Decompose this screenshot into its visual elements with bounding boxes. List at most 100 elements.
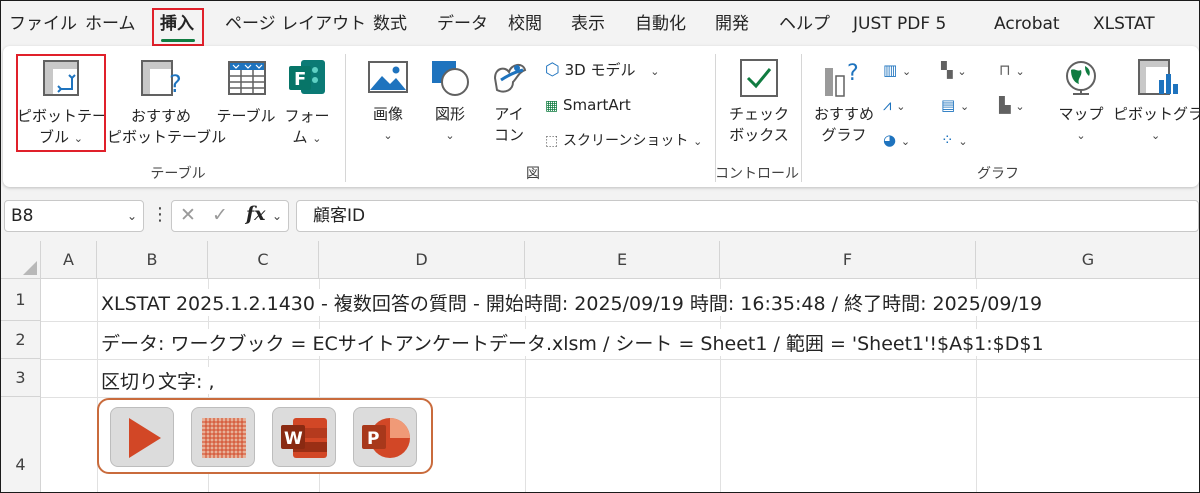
cube-icon: ⬡ — [545, 60, 560, 80]
image-button[interactable]: 画像 ⌄ — [359, 56, 417, 146]
forms-label-2: ム ⌄ — [292, 128, 322, 146]
cancel-icon[interactable]: ✕ — [180, 204, 196, 226]
column-header-f[interactable]: F — [720, 241, 976, 279]
picture-icon — [368, 61, 408, 93]
shapes-label: 図形 — [434, 105, 465, 123]
table-icon — [228, 61, 266, 95]
row-header-2[interactable]: 2 — [1, 321, 41, 359]
cell-b2[interactable]: データ: ワークブック = ECサイトアンケートデータ.xlsm / シート =… — [101, 329, 1044, 356]
tab-acrobat[interactable]: Acrobat — [994, 13, 1060, 35]
shapes-dropdown-icon: ⌄ — [445, 129, 455, 142]
svg-text:?: ? — [847, 61, 859, 86]
recommended-pivot-label-1: おすすめ — [130, 107, 191, 125]
column-chart-button[interactable]: ▥ ⌄ — [883, 60, 911, 82]
svg-text:F: F — [294, 69, 306, 90]
tab-file[interactable]: ファイル — [9, 13, 77, 35]
tab-automate[interactable]: 自動化 — [635, 13, 686, 35]
smartart-icon: ▦ — [545, 98, 559, 114]
statistic-chart-button[interactable]: ▙ ⌄ — [999, 95, 1025, 117]
column-header-c[interactable]: C — [208, 241, 319, 279]
checkbox-button[interactable]: チェック ボックス — [723, 56, 795, 146]
worksheet[interactable]: A B C D E F G 1 2 3 4 XLSTAT 2025.1.2.14… — [1, 241, 1199, 492]
column-header-a[interactable]: A — [41, 241, 97, 279]
row-header-1[interactable]: 1 — [1, 279, 41, 321]
ribbon-panel: ピボットテー ブル ⌄ ? おすすめ ピボットテーブル テーブル F フォー ム… — [3, 46, 1199, 187]
name-box[interactable]: B8 ⌄ — [4, 200, 144, 232]
select-all-corner[interactable] — [1, 241, 41, 279]
grid-icon — [202, 418, 246, 458]
group-label-table: テーブル — [150, 166, 206, 182]
smartart-button[interactable]: ▦ SmartArt — [545, 95, 631, 116]
svg-text:W: W — [284, 429, 303, 449]
cell-b3[interactable]: 区切り文字: , — [101, 367, 215, 394]
recommended-pivot-label-2: ピボットテーブル — [107, 128, 227, 146]
recommended-chart-button[interactable]: ? おすすめ グラフ — [809, 56, 879, 146]
pie-chart-icon: ◕ — [883, 131, 897, 149]
column-header-b[interactable]: B — [97, 241, 208, 279]
scatter-chart-button[interactable]: ⁘ ⌄ — [941, 130, 968, 152]
waterfall-chart-button[interactable]: ⊓ ⌄ — [999, 60, 1025, 82]
cell-b1[interactable]: XLSTAT 2025.1.2.1430 - 複数回答の質問 - 開始時間: 2… — [101, 289, 1043, 316]
export-powerpoint-button[interactable]: P — [353, 407, 417, 467]
tab-home[interactable]: ホーム — [85, 13, 136, 35]
chevron-down-icon[interactable]: ⌄ — [127, 201, 137, 231]
statistic-chart-icon: ▙ — [999, 96, 1011, 114]
table-label: テーブル — [216, 107, 276, 125]
pivot-chart-label: ピボットグラフ — [1113, 105, 1199, 123]
recommended-pivot-icon: ? — [141, 60, 182, 98]
run-button[interactable] — [110, 407, 174, 467]
map-label: マップ — [1058, 105, 1104, 123]
forms-button[interactable]: F フォー ム ⌄ — [279, 56, 335, 149]
checkbox-icon — [740, 59, 778, 97]
shapes-button[interactable]: 図形 ⌄ — [421, 56, 479, 146]
pie-chart-button[interactable]: ◕ ⌄ — [883, 130, 910, 152]
bar-chart-button[interactable]: ▤ ⌄ — [941, 95, 969, 117]
bar-chart-icon: ▤ — [941, 96, 956, 114]
forms-label-1: フォー — [284, 107, 330, 125]
tab-help[interactable]: ヘルプ — [779, 13, 830, 35]
insert-function-icon[interactable]: fx — [246, 203, 266, 225]
icons-button[interactable]: アイ コン — [481, 56, 537, 146]
hierarchy-chart-icon: ▚ — [941, 61, 953, 79]
formula-bar: B8 ⌄ ⋮ ✕ ✓ fx ⌄ 顧客ID — [1, 194, 1199, 238]
hierarchy-chart-button[interactable]: ▚ ⌄ — [941, 60, 967, 82]
group-label-chart: グラフ — [977, 166, 1019, 182]
svg-text:P: P — [367, 429, 379, 449]
tab-view[interactable]: 表示 — [571, 13, 605, 35]
table-button[interactable]: テーブル — [215, 56, 277, 127]
line-chart-button[interactable]: ⩘ ⌄ — [883, 95, 905, 117]
formula-input[interactable]: 顧客ID — [296, 200, 1199, 232]
grid-output-button[interactable] — [191, 407, 255, 467]
svg-text:?: ? — [169, 70, 182, 98]
tab-formulas[interactable]: 数式 — [373, 13, 407, 35]
screenshot-button[interactable]: ⬚ スクリーンショット ⌄ — [545, 130, 702, 152]
pivot-chart-button[interactable]: ピボットグラフ ⌄ — [1113, 56, 1199, 146]
column-header-g[interactable]: G — [976, 241, 1199, 279]
formula-expand-icon[interactable]: ⌄ — [272, 209, 282, 223]
tab-xlstat[interactable]: XLSTAT — [1093, 13, 1155, 35]
export-word-button[interactable]: W — [272, 407, 336, 467]
powerpoint-icon: P — [362, 418, 410, 458]
scatter-chart-icon: ⁘ — [941, 131, 954, 149]
3d-model-button[interactable]: ⬡ 3D モデル ⌄ — [545, 60, 660, 82]
tab-review[interactable]: 校閲 — [508, 13, 542, 35]
column-header-e[interactable]: E — [525, 241, 720, 279]
more-options-icon[interactable]: ⋮ — [151, 204, 169, 225]
tab-data[interactable]: データ — [437, 13, 488, 35]
tab-developer[interactable]: 開発 — [715, 13, 749, 35]
confirm-icon[interactable]: ✓ — [212, 204, 228, 226]
row-header-4[interactable]: 4 — [1, 397, 41, 492]
waterfall-chart-icon: ⊓ — [999, 61, 1011, 79]
tab-page-layout[interactable]: ページ レイアウト — [225, 13, 366, 35]
shapes-icon — [432, 61, 469, 96]
play-icon — [129, 418, 161, 458]
column-header-d[interactable]: D — [319, 241, 525, 279]
map-button[interactable]: マップ ⌄ — [1051, 56, 1111, 146]
screenshot-dropdown-icon: ⌄ — [693, 135, 703, 148]
active-tab-indicator — [161, 39, 195, 42]
tab-just-pdf[interactable]: JUST PDF 5 — [853, 13, 946, 35]
row-header-3[interactable]: 3 — [1, 359, 41, 397]
line-chart-icon: ⩘ — [883, 96, 892, 114]
recommended-pivot-button[interactable]: ? おすすめ ピボットテーブル — [107, 56, 227, 148]
xlstat-output-toolbar: W P — [97, 398, 433, 474]
